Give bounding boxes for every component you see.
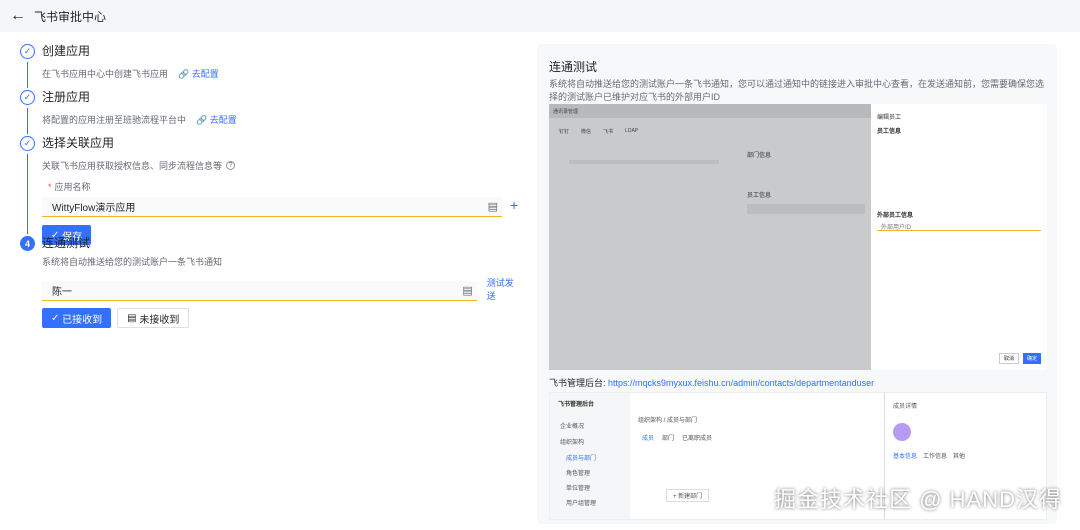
drawer-section: 员工信息 [877, 129, 902, 135]
step-title: 注册应用 [42, 90, 91, 104]
screenshot-tabs: 钉钉 微信 飞书 LDAP [559, 128, 638, 135]
screenshot-header-bar [549, 104, 871, 118]
screenshot-side-item: 成员与部门 [566, 456, 597, 462]
step-title: 选择关联应用 [42, 136, 115, 150]
drawer-title: 编辑员工 [877, 115, 902, 121]
help-icon[interactable]: ? [226, 161, 236, 170]
screenshot-emp-info: 员工信息 [747, 193, 772, 199]
screenshot-tab: 钉钉 [559, 129, 570, 135]
drawer-confirm-button: 确定 [1022, 353, 1041, 364]
app-name-value: WittyFlow演示应用 [52, 203, 136, 214]
example-screenshot-contacts: 通讯录管理 钉钉 微信 飞书 LDAP 部门信息 员工信息 编辑员工 员工信息 … [549, 104, 1047, 370]
app-name-select[interactable]: WittyFlow演示应用 ▤ [42, 197, 502, 217]
screenshot-table-header [747, 204, 865, 214]
step-desc: 在飞书应用中心中创建飞书应用 🔗 去配置 [42, 67, 530, 80]
step-desc: 关联飞书应用获取授权信息、同步流程信息等 ? [42, 159, 530, 172]
screenshot-logo: 飞书管理后台 [558, 402, 595, 408]
step-create-app: ✓ 创建应用 在飞书应用中心中创建飞书应用 🔗 去配置 [20, 44, 530, 90]
step-desc-text: 关联飞书应用获取授权信息、同步流程信息等 [42, 161, 223, 171]
screenshot-tab: 飞书 [603, 129, 614, 135]
step-connector [27, 62, 28, 88]
test-user-value: 陈一 [52, 287, 72, 298]
test-user-select[interactable]: 陈一 ▤ [42, 281, 477, 301]
screenshot-side-item: 组织架构 [560, 440, 585, 446]
step-desc-text: 系统将自动推送给您的测试账户一条飞书通知 [42, 257, 223, 267]
avatar [893, 423, 911, 441]
check-icon: ✓ [20, 90, 35, 105]
configure-link-label: 去配置 [209, 115, 237, 125]
main-panel: ✓ 创建应用 在飞书应用中心中创建飞书应用 🔗 去配置 ✓ 注册应用 将配置的应… [0, 32, 1080, 530]
test-send-link[interactable]: 测试发送 [487, 276, 522, 302]
admin-label: 飞书管理后台: [549, 378, 606, 388]
configure-link[interactable]: 🔗 去配置 [196, 113, 237, 126]
received-button-label: 已接收到 [62, 314, 103, 326]
step-desc-text: 将配置的应用注册至班驰流程平台中 [42, 115, 187, 125]
step-number-badge: 4 [20, 236, 35, 251]
step-desc-text: 在飞书应用中心中创建飞书应用 [42, 69, 169, 79]
screenshot-side-item: 用户组管理 [566, 501, 597, 507]
step-connector [27, 154, 28, 234]
help-panel: 连通测试 系统将自动推送给您的测试账户一条飞书通知，您可以通过通知中的链接进入审… [537, 44, 1057, 524]
screenshot-list-placeholder [569, 160, 719, 164]
add-icon[interactable]: + [510, 197, 518, 213]
screenshot-tab: 成员 [642, 436, 655, 442]
detail-tab: 基本信息 [893, 454, 918, 460]
screenshot-dept-info: 部门信息 [747, 153, 772, 159]
app-name-label: * 应用名称 [48, 182, 91, 192]
check-icon: ✓ [20, 44, 35, 59]
drawer-field-underline [877, 230, 1041, 231]
screenshot-header: 通讯录管理 [553, 109, 579, 115]
screenshot-tab: LDAP [625, 128, 639, 134]
configure-link[interactable]: 🔗 去配置 [178, 67, 219, 80]
check-icon: ✓ [20, 136, 35, 151]
step-title: 连通测试 [42, 236, 91, 250]
screenshot-tab: 已离职成员 [682, 436, 713, 442]
not-received-button[interactable]: ▤ 未接收到 [117, 308, 190, 328]
list-icon[interactable]: ▤ [488, 200, 498, 213]
screenshot-side-item: 企业概况 [560, 424, 585, 430]
step-desc: 将配置的应用注册至班驰流程平台中 🔗 去配置 [42, 113, 530, 126]
admin-link-line: 飞书管理后台: https://mqcks9myxux.feishu.cn/ad… [549, 376, 874, 389]
screenshot-side-item: 单位管理 [566, 486, 591, 492]
page-title: 飞书审批中心 [34, 9, 107, 24]
screenshot-tab: 微信 [581, 129, 592, 135]
configure-link-label: 去配置 [191, 69, 219, 79]
detail-tab: 工作信息 [923, 454, 948, 460]
screenshot-drawer: 编辑员工 员工信息 外部员工信息 外部用户ID 确定 取消 [871, 104, 1047, 370]
help-title: 连通测试 [549, 60, 598, 74]
top-bar: ← 飞书审批中心 [0, 0, 1080, 32]
screenshot-tab: 部门 [662, 436, 675, 442]
help-description: 系统将自动推送给您的测试账户一条飞书通知，您可以通过通知中的链接进入审批中心查看… [549, 79, 1045, 102]
app-name-label-text: 应用名称 [54, 182, 91, 192]
not-received-button-label: 未接收到 [139, 314, 180, 326]
detail-title: 成员详情 [893, 404, 918, 410]
step-connector [27, 108, 28, 134]
screenshot-add-dept: + 新建部门 [666, 489, 710, 502]
screenshot-breadcrumb: 组织架构 / 成员与部门 [638, 418, 698, 424]
drawer-section: 外部员工信息 [877, 213, 914, 219]
screenshot-side-item: 角色管理 [566, 471, 591, 477]
received-button[interactable]: ✓ 已接收到 [42, 308, 112, 328]
step-select-app: ✓ 选择关联应用 关联飞书应用获取授权信息、同步流程信息等 ? * 应用名称 Wi… [20, 136, 530, 245]
list-icon[interactable]: ▤ [462, 284, 472, 297]
detail-tab: 其他 [953, 454, 966, 460]
step-register-app: ✓ 注册应用 将配置的应用注册至班驰流程平台中 🔗 去配置 [20, 90, 530, 136]
step-title: 创建应用 [42, 44, 91, 58]
admin-url-link[interactable]: https://mqcks9myxux.feishu.cn/admin/cont… [608, 378, 874, 388]
step-desc: 系统将自动推送给您的测试账户一条飞书通知 [42, 255, 530, 268]
step-connect-test: 4 连通测试 系统将自动推送给您的测试账户一条飞书通知 陈一 ▤ 测试发送 ✓ … [20, 236, 530, 328]
arrow-left-icon[interactable]: ← [10, 7, 30, 25]
drawer-cancel-button: 取消 [998, 353, 1019, 364]
steps-list: ✓ 创建应用 在飞书应用中心中创建飞书应用 🔗 去配置 ✓ 注册应用 将配置的应… [20, 44, 530, 328]
watermark: 掘金技术社区 @ HAND汉得 [774, 487, 1062, 512]
